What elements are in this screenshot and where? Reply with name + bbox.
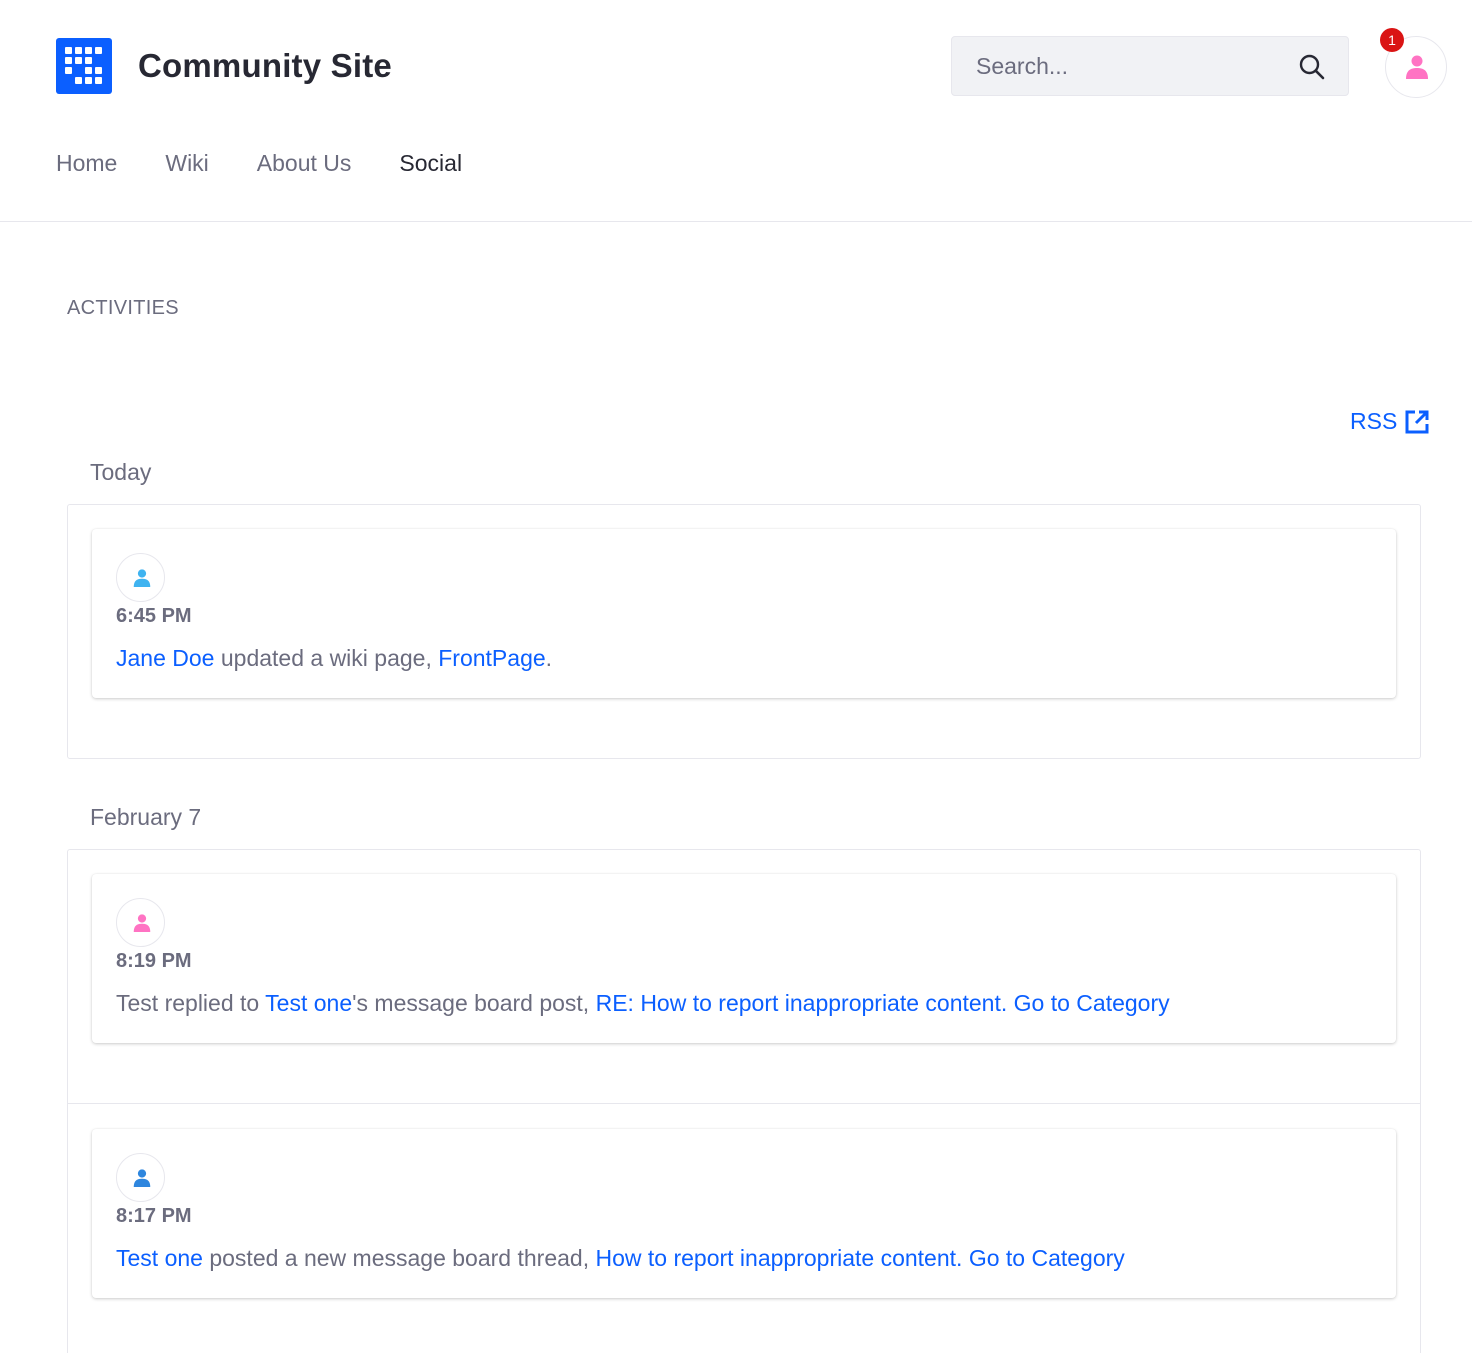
activity-text: Test one posted a new message board thre… bbox=[116, 1245, 1125, 1272]
activity-text: Jane Doe updated a wiki page, FrontPage. bbox=[116, 645, 552, 672]
nav-item-about-us[interactable]: About Us bbox=[257, 150, 352, 177]
nav-item-home[interactable]: Home bbox=[56, 150, 117, 177]
activity-divider bbox=[67, 1103, 1421, 1104]
user-icon bbox=[133, 569, 151, 587]
user-icon bbox=[133, 914, 151, 932]
activity-verb: 's message board post, bbox=[352, 990, 596, 1016]
nav-item-wiki[interactable]: Wiki bbox=[165, 150, 208, 177]
activity-actor: Test replied to bbox=[116, 990, 266, 1016]
activity-avatar[interactable] bbox=[116, 553, 165, 602]
thread-link[interactable]: RE: How to report inappropriate content. bbox=[596, 990, 1008, 1016]
category-link[interactable]: Go to Category bbox=[969, 1245, 1125, 1271]
nav-item-social[interactable]: Social bbox=[399, 150, 462, 177]
site-logo-icon[interactable] bbox=[56, 38, 112, 94]
rss-label: RSS bbox=[1350, 408, 1398, 434]
external-link-icon bbox=[1405, 410, 1429, 433]
user-icon bbox=[133, 1169, 151, 1187]
user-link[interactable]: Test one bbox=[116, 1245, 203, 1271]
user-link[interactable]: Jane Doe bbox=[116, 645, 214, 671]
rss-link[interactable]: RSS bbox=[1350, 408, 1430, 435]
activity-text: Test replied to Test one's message board… bbox=[116, 990, 1170, 1017]
punctuation: . bbox=[545, 645, 553, 671]
activity-time: 8:17 PM bbox=[116, 1205, 192, 1227]
notification-badge[interactable]: 1 bbox=[1380, 28, 1404, 52]
search-icon[interactable] bbox=[1298, 53, 1326, 81]
activity-verb: updated a wiki page, bbox=[214, 645, 439, 671]
user-link[interactable]: Test one bbox=[265, 990, 352, 1016]
activity-time: 8:19 PM bbox=[116, 950, 192, 972]
activity-card: 6:45 PM Jane Doe updated a wiki page, Fr… bbox=[92, 529, 1396, 698]
activity-card: 8:17 PM Test one posted a new message bo… bbox=[92, 1129, 1396, 1298]
site-header: Community Site 1 Home Wiki About Us Soci… bbox=[0, 0, 1472, 222]
activity-verb: posted a new message board thread, bbox=[202, 1245, 596, 1271]
activity-avatar[interactable] bbox=[116, 898, 165, 947]
activity-card: 8:19 PM Test replied to Test one's messa… bbox=[92, 874, 1396, 1043]
day-label-february-7: February 7 bbox=[90, 804, 202, 830]
wiki-page-link[interactable]: FrontPage bbox=[438, 645, 545, 671]
search-bar[interactable] bbox=[951, 36, 1349, 96]
activities-title: ACTIVITIES bbox=[67, 297, 179, 319]
day-label-today: Today bbox=[90, 459, 152, 485]
user-icon bbox=[1406, 55, 1428, 79]
site-title[interactable]: Community Site bbox=[138, 47, 392, 85]
search-input[interactable] bbox=[976, 37, 1276, 95]
activity-time: 6:45 PM bbox=[116, 605, 192, 627]
main-nav: Home Wiki About Us Social bbox=[56, 150, 510, 177]
thread-link[interactable]: How to report inappropriate content. bbox=[595, 1245, 962, 1271]
category-link[interactable]: Go to Category bbox=[1014, 990, 1170, 1016]
activity-avatar[interactable] bbox=[116, 1153, 165, 1202]
